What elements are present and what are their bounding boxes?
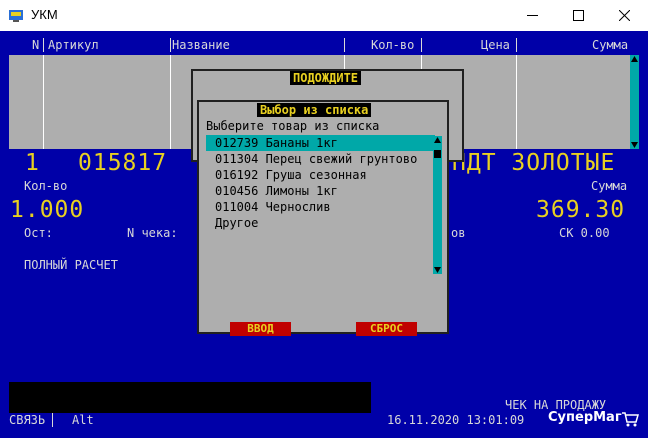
qty-value: 1.000 <box>10 197 85 223</box>
minimize-button[interactable] <box>510 0 556 31</box>
header-divider <box>516 38 517 52</box>
list-item[interactable]: Другое <box>206 215 435 231</box>
grid-line <box>170 55 171 149</box>
pos-screen: N Артикул Название Кол-во Цена Сумма 1 0… <box>0 31 648 438</box>
grid-line <box>43 55 44 149</box>
list-scrollbar-icon <box>433 136 442 274</box>
header-divider <box>43 38 44 52</box>
col-header-article: Артикул <box>48 38 99 52</box>
col-header-sum: Сумма <box>592 38 629 52</box>
current-article: 015817 <box>78 150 168 176</box>
maximize-button[interactable] <box>556 0 602 31</box>
close-icon <box>619 10 630 21</box>
header-divider <box>421 38 422 52</box>
col-header-price: Цена <box>481 38 510 52</box>
alt-indicator: Alt <box>72 413 94 427</box>
enter-button[interactable]: ВВОД <box>230 322 291 336</box>
minimize-icon <box>527 15 538 16</box>
cart-icon <box>622 412 639 427</box>
stock-label: Ост: <box>24 226 53 240</box>
status-divider <box>52 413 53 427</box>
list-item[interactable]: 012739 Бананы 1кг <box>206 135 435 151</box>
list-item[interactable]: 011304 Перец свежий грунтово <box>206 151 435 167</box>
current-name: НДТ ЗОЛОТЫЕ <box>452 150 616 176</box>
input-bar[interactable] <box>9 382 371 413</box>
datetime: 16.11.2020 13:01:09 <box>387 413 525 427</box>
payment-mode: ПОЛНЫЙ РАСЧЕТ <box>24 258 118 272</box>
col-header-n: N <box>32 38 40 52</box>
col-header-qty: Кол-во <box>371 38 415 52</box>
select-dialog: Выбор из списка Выберите товар из списка… <box>197 100 449 336</box>
qty-label: Кол-во <box>24 179 68 193</box>
grid-scrollbar[interactable] <box>630 55 639 149</box>
select-dialog-title: Выбор из списка <box>257 103 372 117</box>
connection-status: СВЯЗЬ <box>9 413 46 427</box>
scrollbar-arrows-icon <box>630 55 639 149</box>
list-item[interactable]: 016192 Груша сезонная <box>206 167 435 183</box>
select-dialog-prompt: Выберите товар из списка <box>206 119 380 133</box>
product-list[interactable]: 012739 Бананы 1кг 011304 Перец свежий гр… <box>206 135 435 231</box>
col-header-name: Название <box>172 38 230 52</box>
current-index: 1 <box>25 150 40 176</box>
window-titlebar: УКМ <box>0 0 648 31</box>
window-title: УКМ <box>31 7 58 22</box>
app-icon <box>9 10 23 22</box>
header-divider <box>344 38 345 52</box>
sum-value: 369.30 <box>536 197 626 223</box>
grid-line <box>516 55 517 149</box>
brand-logo: СуперМаг <box>548 410 622 425</box>
check-number-label: N чека: <box>127 226 178 240</box>
partial-label: ов <box>451 226 466 240</box>
wait-dialog-title: ПОДОЖДИТЕ <box>290 71 362 85</box>
list-item[interactable]: 011004 Чернослив <box>206 199 435 215</box>
reset-button[interactable]: СБРОС <box>356 322 417 336</box>
header-divider <box>170 38 171 52</box>
sum-label: Сумма <box>591 179 628 193</box>
close-button[interactable] <box>602 0 648 31</box>
maximize-icon <box>573 10 584 21</box>
discount-label: СК 0.00 <box>559 226 610 240</box>
list-item[interactable]: 010456 Лимоны 1кг <box>206 183 435 199</box>
list-scrollbar[interactable] <box>433 136 442 274</box>
